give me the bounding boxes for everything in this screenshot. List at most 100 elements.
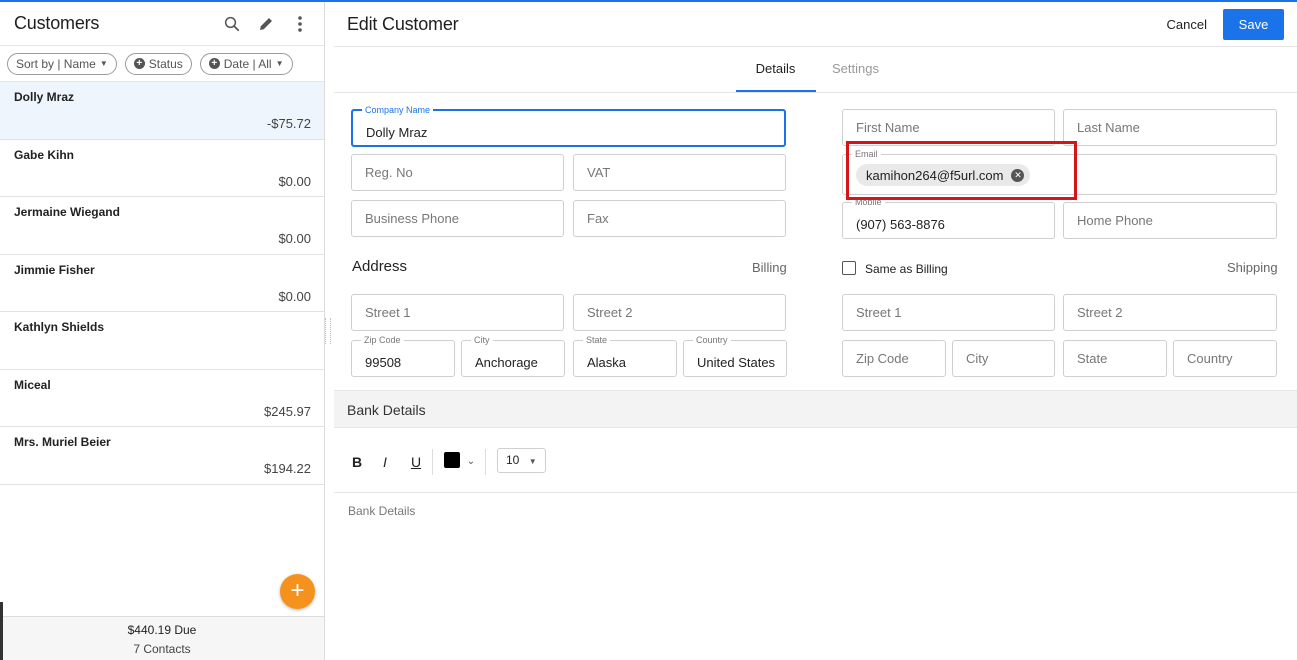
list-item[interactable]: Kathlyn Shields — [0, 312, 324, 370]
customer-balance: $0.00 — [278, 288, 311, 304]
vat-field[interactable]: VAT — [573, 154, 786, 191]
date-filter-chip[interactable]: + Date | All ▼ — [199, 52, 293, 75]
edit-pencil-icon[interactable] — [256, 14, 276, 34]
filter-bar: Sort by | Name ▼ + Status + Date | All ▼ — [0, 46, 324, 82]
toolbar-divider — [485, 449, 486, 475]
resize-handle[interactable] — [325, 318, 331, 344]
fax-field[interactable]: Fax — [573, 200, 786, 237]
main-header: Edit Customer Cancel Save — [334, 2, 1297, 47]
same-as-billing-label: Same as Billing — [865, 262, 948, 276]
last-name-field[interactable]: Last Name — [1063, 109, 1277, 146]
sidebar-footer: $440.19 Due 7 Contacts — [0, 616, 324, 660]
reg-no-placeholder: Reg. No — [365, 165, 413, 180]
shipping-city-field[interactable]: City — [952, 340, 1055, 377]
status-filter-label: Status — [148, 56, 183, 71]
search-icon[interactable] — [222, 14, 242, 34]
add-customer-button[interactable]: + — [280, 574, 315, 609]
billing-zip-label: Zip Code — [361, 335, 404, 345]
business-phone-field[interactable]: Business Phone — [351, 200, 564, 237]
company-name-value: Dolly Mraz — [366, 124, 428, 140]
list-item[interactable]: Miceal $245.97 — [0, 370, 324, 427]
tab-bar: Details Settings — [334, 47, 1297, 93]
list-item[interactable]: Jermaine Wiegand $0.00 — [0, 197, 324, 255]
billing-state-label: State — [583, 335, 611, 345]
underline-button[interactable]: U — [406, 451, 426, 473]
shipping-state-field[interactable]: State — [1063, 340, 1167, 377]
sidebar-title: Customers — [14, 13, 100, 33]
last-name-placeholder: Last Name — [1077, 120, 1140, 135]
shipping-zip-placeholder: Zip Code — [856, 351, 909, 366]
billing-country-label: Country — [693, 335, 731, 345]
list-item[interactable]: Mrs. Muriel Beier $194.22 — [0, 427, 324, 485]
tab-details[interactable]: Details — [735, 47, 816, 92]
customers-sidebar: Customers Sort by | Name ▼ + Status + Da… — [0, 2, 325, 660]
home-phone-field[interactable]: Home Phone — [1063, 202, 1277, 239]
fax-placeholder: Fax — [587, 211, 609, 226]
same-as-billing-checkbox[interactable] — [842, 261, 856, 275]
bank-details-editor[interactable]: Bank Details — [348, 504, 415, 518]
customer-name: Mrs. Muriel Beier — [14, 435, 111, 449]
caret-down-icon: ▼ — [528, 457, 537, 466]
first-name-placeholder: First Name — [856, 120, 920, 135]
list-item[interactable]: Gabe Kihn $0.00 — [0, 140, 324, 197]
mobile-value: (907) 563-8876 — [856, 217, 945, 232]
shipping-country-field[interactable]: Country — [1173, 340, 1277, 377]
billing-street1-placeholder: Street 1 — [365, 305, 411, 320]
shipping-street2-placeholder: Street 2 — [1077, 305, 1123, 320]
more-vert-icon[interactable] — [290, 14, 310, 34]
billing-city-value: Anchorage — [475, 355, 538, 370]
save-button[interactable]: Save — [1223, 8, 1284, 40]
customer-name: Miceal — [14, 377, 51, 392]
chevron-down-icon: ▼ — [99, 59, 108, 68]
add-circle-icon: + — [208, 58, 220, 69]
tab-settings[interactable]: Settings — [816, 47, 896, 92]
font-color-swatch[interactable] — [444, 452, 460, 468]
address-title: Address — [352, 258, 408, 275]
billing-label: Billing — [752, 260, 787, 275]
sidebar-header: Customers — [0, 2, 324, 46]
mobile-field[interactable]: Mobile (907) 563-8876 — [842, 197, 1055, 239]
email-highlight-box — [846, 141, 1077, 200]
billing-street1-field[interactable]: Street 1 — [351, 294, 564, 331]
shipping-city-placeholder: City — [966, 351, 989, 366]
font-size-value: 10 — [506, 453, 520, 467]
shipping-state-placeholder: State — [1077, 351, 1108, 366]
customer-balance: $0.00 — [278, 173, 311, 189]
bold-button[interactable]: B — [347, 451, 367, 473]
company-name-field[interactable]: Company Name Dolly Mraz — [351, 105, 786, 147]
billing-state-field[interactable]: State Alaska — [573, 335, 677, 377]
billing-street2-placeholder: Street 2 — [587, 305, 633, 320]
home-phone-placeholder: Home Phone — [1077, 213, 1153, 228]
billing-country-field[interactable]: Country United States — [683, 335, 787, 377]
font-size-select[interactable]: 10 ▼ — [497, 448, 546, 473]
contacts-count: 7 Contacts — [133, 642, 191, 656]
customer-balance: -$75.72 — [266, 116, 311, 131]
cancel-button[interactable]: Cancel — [1167, 17, 1207, 32]
bank-details-header[interactable]: Bank Details — [334, 390, 1297, 428]
shipping-zip-field[interactable]: Zip Code — [842, 340, 946, 377]
shipping-street1-field[interactable]: Street 1 — [842, 294, 1055, 331]
billing-zip-field[interactable]: Zip Code 99508 — [351, 335, 455, 377]
total-due: $440.19 Due — [127, 623, 197, 637]
list-item[interactable]: Dolly Mraz -$75.72 — [0, 82, 324, 140]
sort-by-chip[interactable]: Sort by | Name ▼ — [7, 52, 117, 75]
sort-by-label: Sort by | Name — [16, 56, 96, 71]
list-item[interactable]: Jimmie Fisher $0.00 — [0, 255, 324, 312]
date-filter-label: Date | All — [223, 56, 272, 71]
shipping-country-placeholder: Country — [1187, 351, 1233, 366]
customer-name: Gabe Kihn — [14, 147, 75, 162]
billing-country-value: United States — [697, 355, 776, 370]
italic-button[interactable]: I — [375, 451, 395, 473]
customer-name: Kathlyn Shields — [14, 320, 105, 334]
toolbar-divider — [432, 449, 433, 475]
business-phone-placeholder: Business Phone — [365, 211, 459, 226]
billing-city-field[interactable]: City Anchorage — [461, 335, 565, 377]
billing-street2-field[interactable]: Street 2 — [573, 294, 786, 331]
chevron-down-icon[interactable]: ⌄ — [461, 451, 481, 473]
customer-name: Jermaine Wiegand — [14, 205, 120, 219]
shipping-street2-field[interactable]: Street 2 — [1063, 294, 1277, 331]
status-filter-chip[interactable]: + Status — [124, 52, 192, 75]
shipping-street1-placeholder: Street 1 — [856, 305, 902, 320]
reg-no-field[interactable]: Reg. No — [351, 154, 564, 191]
billing-zip-value: 99508 — [365, 355, 402, 370]
